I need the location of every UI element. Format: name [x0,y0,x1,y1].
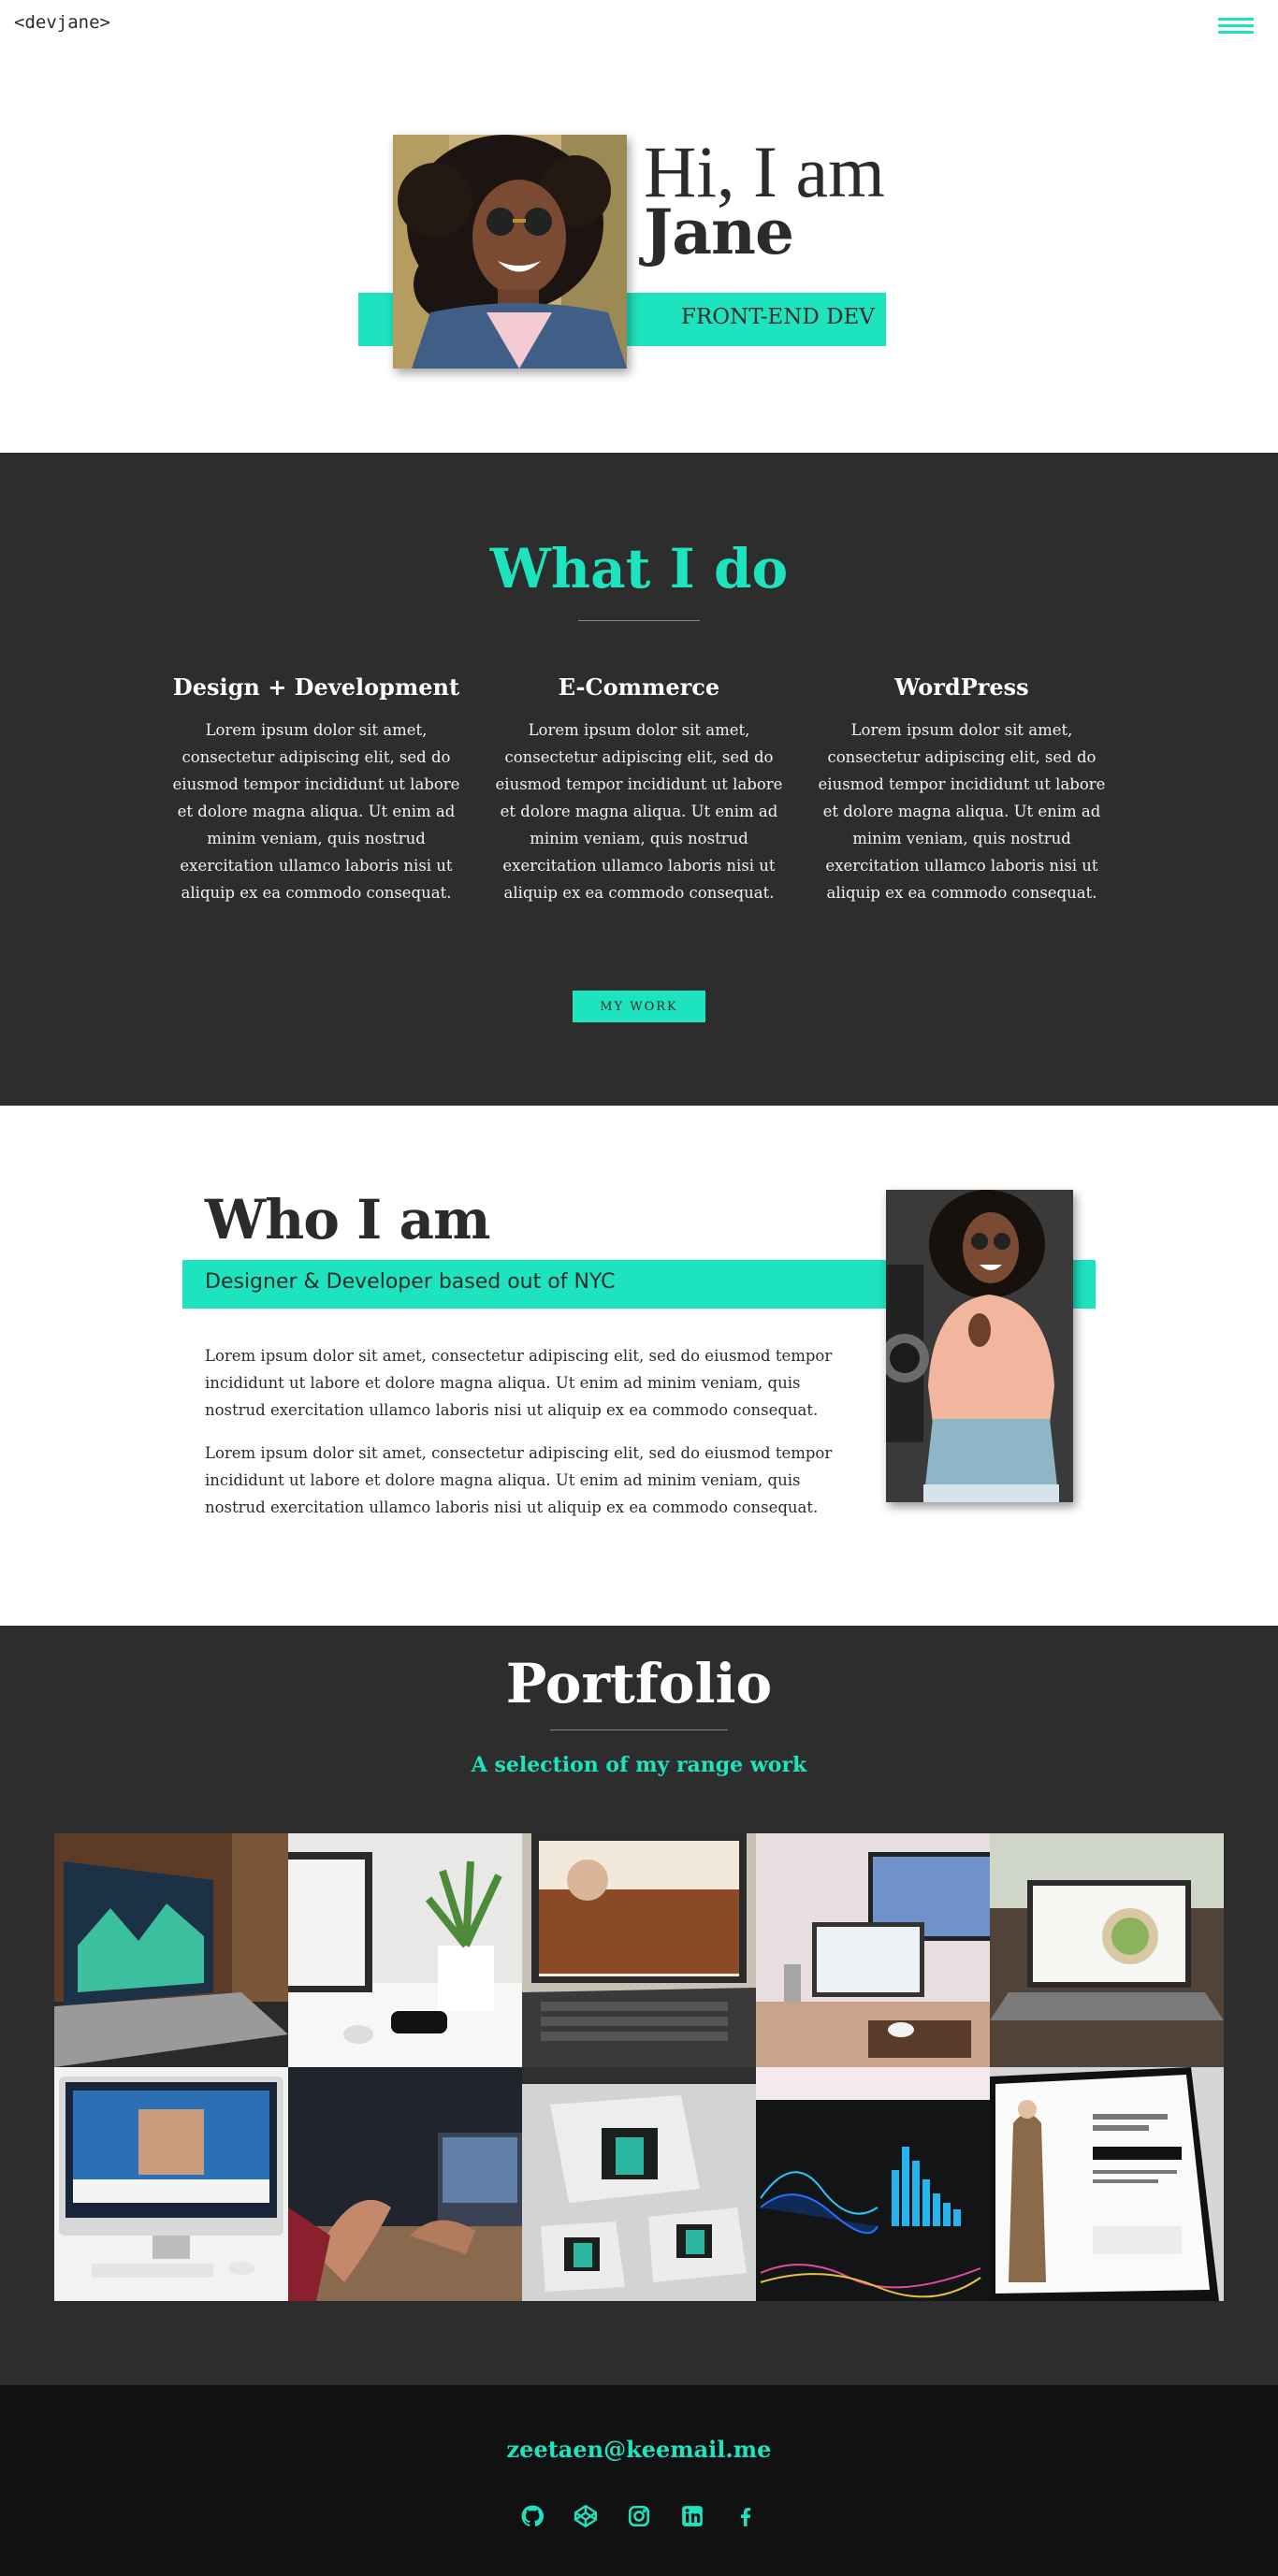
service-text: Lorem ipsum dolor sit amet, consectetur … [818,721,1106,902]
github-icon[interactable] [520,2504,545,2528]
portfolio-item-laptop-food-website[interactable] [990,1833,1224,2067]
portfolio-title-divider [550,1729,728,1730]
portfolio-item-dark-data-dashboard[interactable] [756,2067,990,2301]
top-bar: <devjane> [0,0,1278,56]
portfolio-item-laptop-analytics-dashboard[interactable] [54,1833,288,2067]
service-card-design: Design + Development Lorem ipsum dolor s… [168,673,464,906]
service-card-wordpress: WordPress Lorem ipsum dolor sit amet, co… [814,673,1110,906]
my-work-button[interactable]: MY WORK [573,991,705,1022]
portfolio-title: Portfolio [505,1652,773,1715]
site-logo[interactable]: <devjane> [14,12,110,33]
service-card-ecommerce: E-Commerce Lorem ipsum dolor sit amet, c… [491,673,787,906]
services-title: What I do [489,537,789,601]
hero-portrait-photo [393,135,627,369]
social-links [520,2504,758,2528]
hamburger-menu-icon[interactable] [1218,18,1254,36]
instagram-icon[interactable] [627,2504,651,2528]
portfolio-item-laptop-plant-desk[interactable] [288,1833,522,2067]
about-title: Who I am [205,1188,490,1252]
service-title: E-Commerce [558,673,720,701]
about-paragraph: Lorem ipsum dolor sit amet, consectetur … [205,1444,833,1516]
services-title-divider [578,620,700,621]
hero-section: Hi, I am Jane FRONT-END DEV [0,56,1278,453]
about-section: Who I am Designer & Developer based out … [0,1106,1278,1626]
portfolio-subtitle: A selection of my range work [471,1753,807,1777]
facebook-icon[interactable] [733,2504,758,2528]
portfolio-item-imac-website[interactable] [54,2067,288,2301]
about-paragraph: Lorem ipsum dolor sit amet, consectetur … [205,1347,833,1419]
portfolio-item-people-meeting-laptops[interactable] [288,2067,522,2301]
linkedin-icon[interactable] [680,2504,704,2528]
portfolio-item-laptop-monitor-desk[interactable] [756,1833,990,2067]
contact-email-link[interactable]: zeetaen@keemail.me [0,2436,1278,2463]
portfolio-section: Portfolio A selection of my range work [0,1626,1278,2385]
services-section: What I do Design + Development Lorem ips… [0,453,1278,1106]
about-subtitle: Designer & Developer based out of NYC [205,1270,616,1294]
portfolio-item-fashion-ecommerce-tablet[interactable] [990,2067,1224,2301]
footer: zeetaen@keemail.me [0,2385,1278,2576]
portfolio-item-laptop-website-keyboard[interactable] [522,1833,756,2067]
hero-name: Jane [644,195,794,268]
portfolio-grid [54,1833,1224,2301]
service-title: Design + Development [172,673,460,701]
service-text: Lorem ipsum dolor sit amet, consectetur … [495,721,783,902]
hero-role: FRONT-END DEV [681,305,875,329]
service-text: Lorem ipsum dolor sit amet, consectetur … [172,721,460,902]
service-title: WordPress [894,673,1029,701]
about-portrait-photo [886,1190,1073,1502]
codepen-icon[interactable] [574,2504,598,2528]
portfolio-item-logo-brand-cards[interactable] [522,2067,756,2301]
